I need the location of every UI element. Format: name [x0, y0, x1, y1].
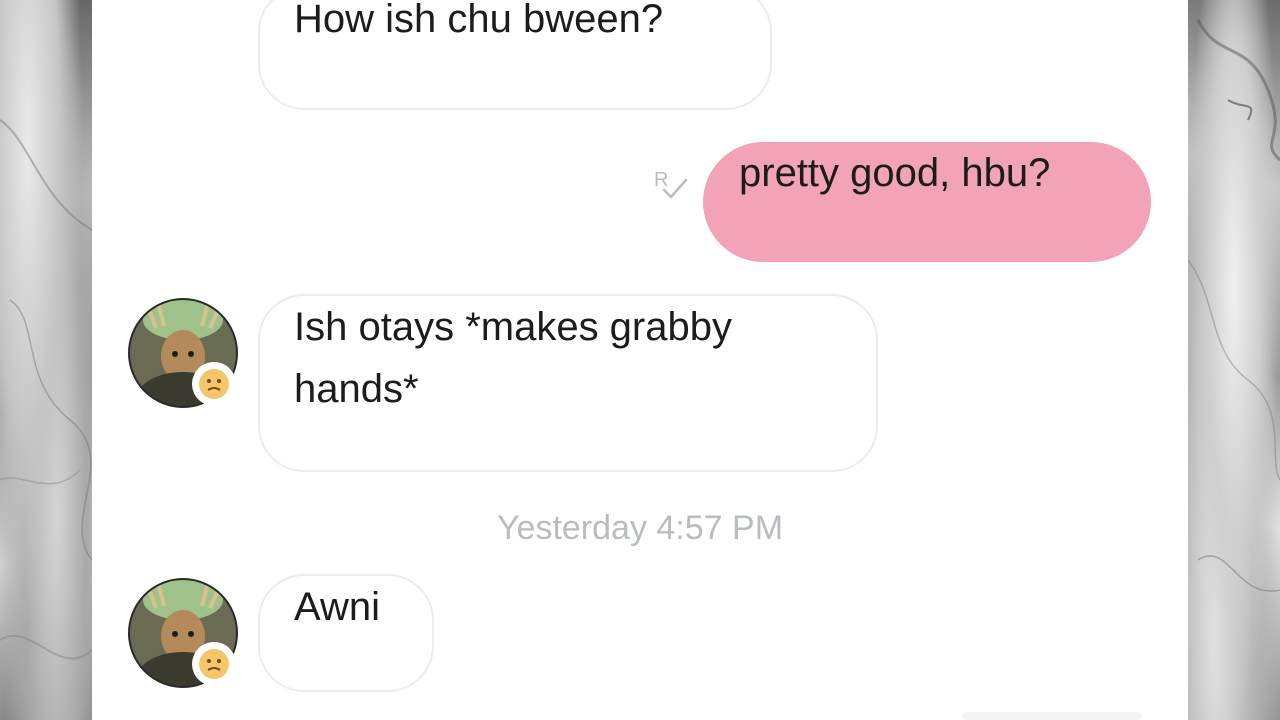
message-text: Awni: [294, 585, 380, 629]
message-bubble-incoming[interactable]: Awni: [258, 574, 434, 692]
message-bubble-outgoing[interactable]: pretty good, hbu?: [703, 142, 1151, 262]
partial-element-bottom: [962, 712, 1142, 720]
contact-avatar[interactable]: [128, 298, 238, 408]
message-timestamp: Yesterday 4:57 PM: [496, 509, 784, 547]
message-text: pretty good, hbu?: [739, 151, 1051, 195]
message-text: Ish otays *makes grabby hands*: [294, 305, 732, 411]
message-text: How ish chu bween?: [294, 0, 664, 41]
read-receipt-icon: R: [652, 164, 692, 204]
svg-text:R: R: [654, 169, 668, 191]
marble-background-right: [1188, 0, 1280, 720]
contact-avatar[interactable]: [128, 578, 238, 688]
message-bubble-incoming[interactable]: Ish otays *makes grabby hands*: [258, 294, 878, 472]
chat-conversation[interactable]: How ish chu bween? R pretty good, hbu? I…: [92, 0, 1188, 720]
message-bubble-incoming[interactable]: How ish chu bween?: [258, 0, 772, 110]
marble-background-left: [0, 0, 92, 720]
